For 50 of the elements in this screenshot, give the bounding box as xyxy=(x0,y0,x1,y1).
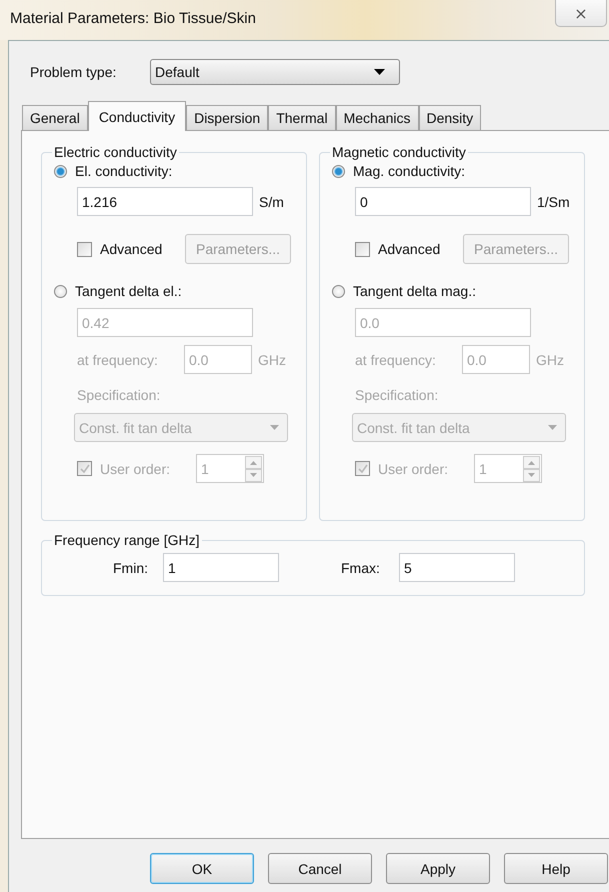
frequency-label: at frequency: xyxy=(77,352,159,368)
checkbox-label: User order: xyxy=(378,460,450,476)
close-button[interactable]: ⨯ xyxy=(555,0,607,27)
specification-label: Specification: xyxy=(77,387,160,403)
checkbox[interactable] xyxy=(355,242,370,256)
radio-button[interactable] xyxy=(54,164,67,178)
tab[interactable]: Dispersion xyxy=(186,105,268,130)
checkbox-label: Advanced xyxy=(100,241,164,257)
option-label: El. conductivity: xyxy=(75,163,172,179)
tab[interactable]: Thermal xyxy=(268,105,336,130)
option-label: Tangent delta mag.: xyxy=(353,283,476,299)
option-label: Tangent delta el.: xyxy=(75,283,182,299)
unit-label: 1/Sm xyxy=(537,194,570,210)
problem-type-dropdown[interactable]: Default xyxy=(150,59,400,85)
unit-label: S/m xyxy=(259,194,284,210)
group-title: Magnetic conductivity xyxy=(331,144,467,160)
dialog-button[interactable]: OK xyxy=(150,853,254,884)
fmin-field[interactable]: 1 xyxy=(163,553,279,582)
unit-label: GHz xyxy=(258,352,286,368)
dialog-button[interactable]: Cancel xyxy=(268,853,372,884)
value-field[interactable]: 0 xyxy=(355,187,531,216)
radio-button[interactable] xyxy=(54,284,67,298)
fmax-label: Fmax: xyxy=(341,560,381,576)
dialog-button[interactable]: Help xyxy=(504,853,608,884)
caret-icon xyxy=(548,425,557,430)
fmax-field[interactable]: 5 xyxy=(399,553,515,582)
spin-arrows-icon xyxy=(245,456,262,482)
window-title: Material Parameters: Bio Tissue/Skin xyxy=(10,10,256,27)
radio-button[interactable] xyxy=(332,164,345,178)
radio-button[interactable] xyxy=(332,284,345,298)
value-field[interactable]: 1.216 xyxy=(77,187,253,216)
option-label: Mag. conductivity: xyxy=(353,163,466,179)
problem-type-label: Problem type: xyxy=(30,64,118,80)
tab[interactable]: Density xyxy=(418,105,482,130)
frequency-label: at frequency: xyxy=(355,352,437,368)
checkbox-label: Advanced xyxy=(378,241,442,257)
tab[interactable]: General xyxy=(22,105,88,130)
fmin-label: Fmin: xyxy=(113,560,149,576)
checkbox[interactable] xyxy=(77,242,92,256)
checkbox-label: User order: xyxy=(100,460,172,476)
specification-label: Specification: xyxy=(355,387,438,403)
caret-icon xyxy=(270,425,279,430)
group-title: Frequency range [GHz] xyxy=(53,532,201,548)
dialog-button[interactable]: Apply xyxy=(386,853,490,884)
tab[interactable]: Mechanics xyxy=(336,105,418,130)
tab[interactable]: Conductivity xyxy=(88,101,186,131)
group-title: Electric conductivity xyxy=(53,144,178,160)
unit-label: GHz xyxy=(536,352,564,368)
spin-arrows-icon xyxy=(523,456,540,482)
caret-icon xyxy=(374,69,385,75)
